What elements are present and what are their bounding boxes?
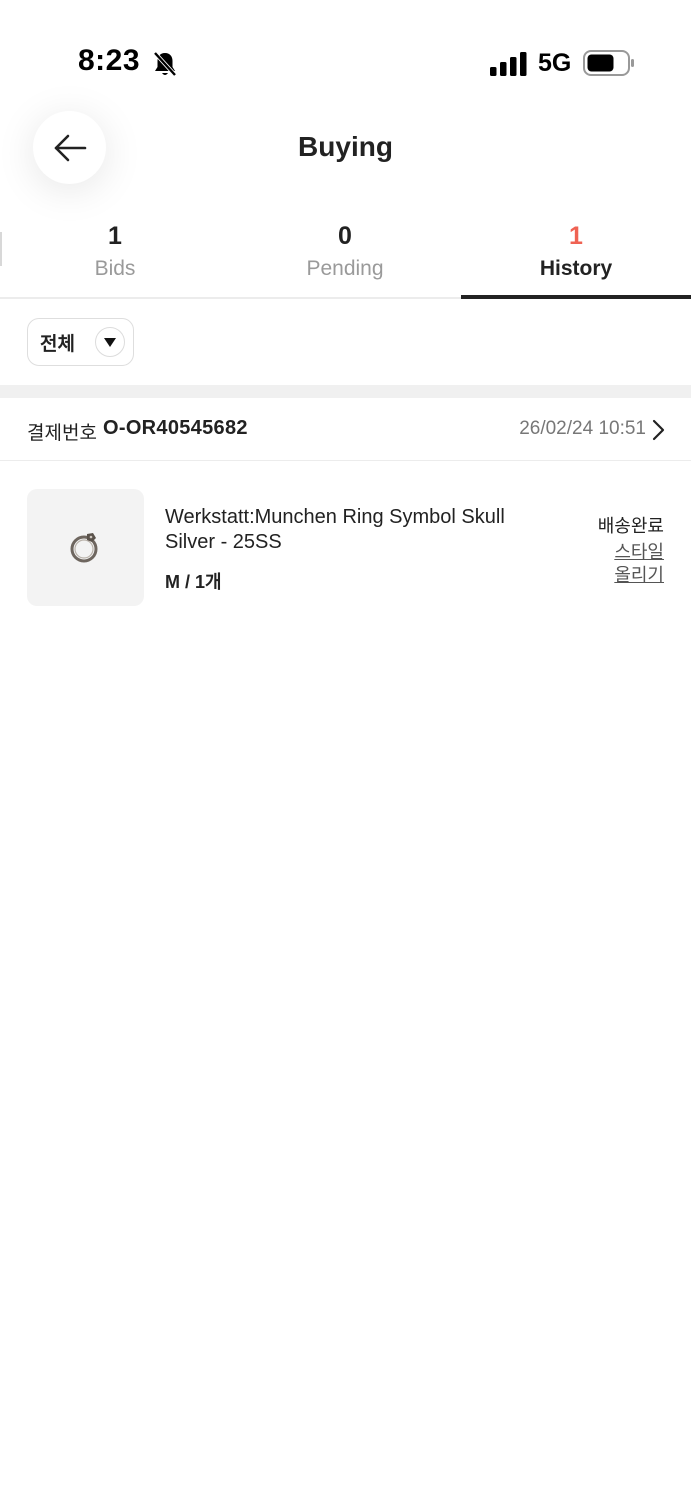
- section-separator: [0, 385, 691, 398]
- status-bar: 8:23 5G: [0, 0, 691, 110]
- caret-down-icon: [95, 327, 125, 357]
- page-title: Buying: [298, 131, 393, 162]
- tab-pending[interactable]: 0 Pending: [230, 215, 460, 299]
- order-header[interactable]: 결제번호 O-OR40545682 26/02/24 10:51: [0, 398, 691, 460]
- order-number: O-OR40545682: [103, 417, 248, 439]
- battery-icon: [583, 50, 634, 76]
- order-number-label: 결제번호: [27, 423, 97, 444]
- status-time: 8:23: [78, 44, 141, 77]
- tab-bids[interactable]: 1 Bids: [0, 215, 230, 299]
- order-divider: [0, 460, 691, 461]
- product-name[interactable]: Werkstatt:Munchen Ring Symbol Skull Silv…: [165, 505, 535, 555]
- ring-icon: [70, 533, 98, 563]
- tab-history-label: History: [539, 257, 613, 280]
- network-label: 5G: [538, 49, 572, 77]
- tab-bids-label: Bids: [94, 257, 136, 280]
- tab-bids-count: 1: [108, 222, 122, 250]
- delivery-status: 배송완료: [597, 516, 664, 536]
- tab-pending-label: Pending: [306, 257, 384, 280]
- chevron-right-icon: [652, 419, 665, 441]
- product-option: M / 1개: [165, 572, 222, 592]
- tab-bar: 1 Bids 0 Pending 1 History: [0, 215, 691, 299]
- filter-dropdown[interactable]: 전체: [27, 318, 134, 366]
- bell-slash-icon: [153, 51, 177, 77]
- signal-icon: [490, 52, 527, 76]
- tab-history[interactable]: 1 History: [461, 215, 691, 299]
- order-date: 26/02/24 10:51: [519, 418, 646, 439]
- filter-label: 전체: [40, 333, 75, 355]
- product-thumbnail[interactable]: [27, 489, 144, 606]
- tab-history-count: 1: [569, 222, 583, 250]
- tab-pending-count: 0: [338, 222, 352, 250]
- post-style-link[interactable]: 스타일 올리기: [604, 541, 664, 587]
- active-tab-indicator: [461, 295, 691, 299]
